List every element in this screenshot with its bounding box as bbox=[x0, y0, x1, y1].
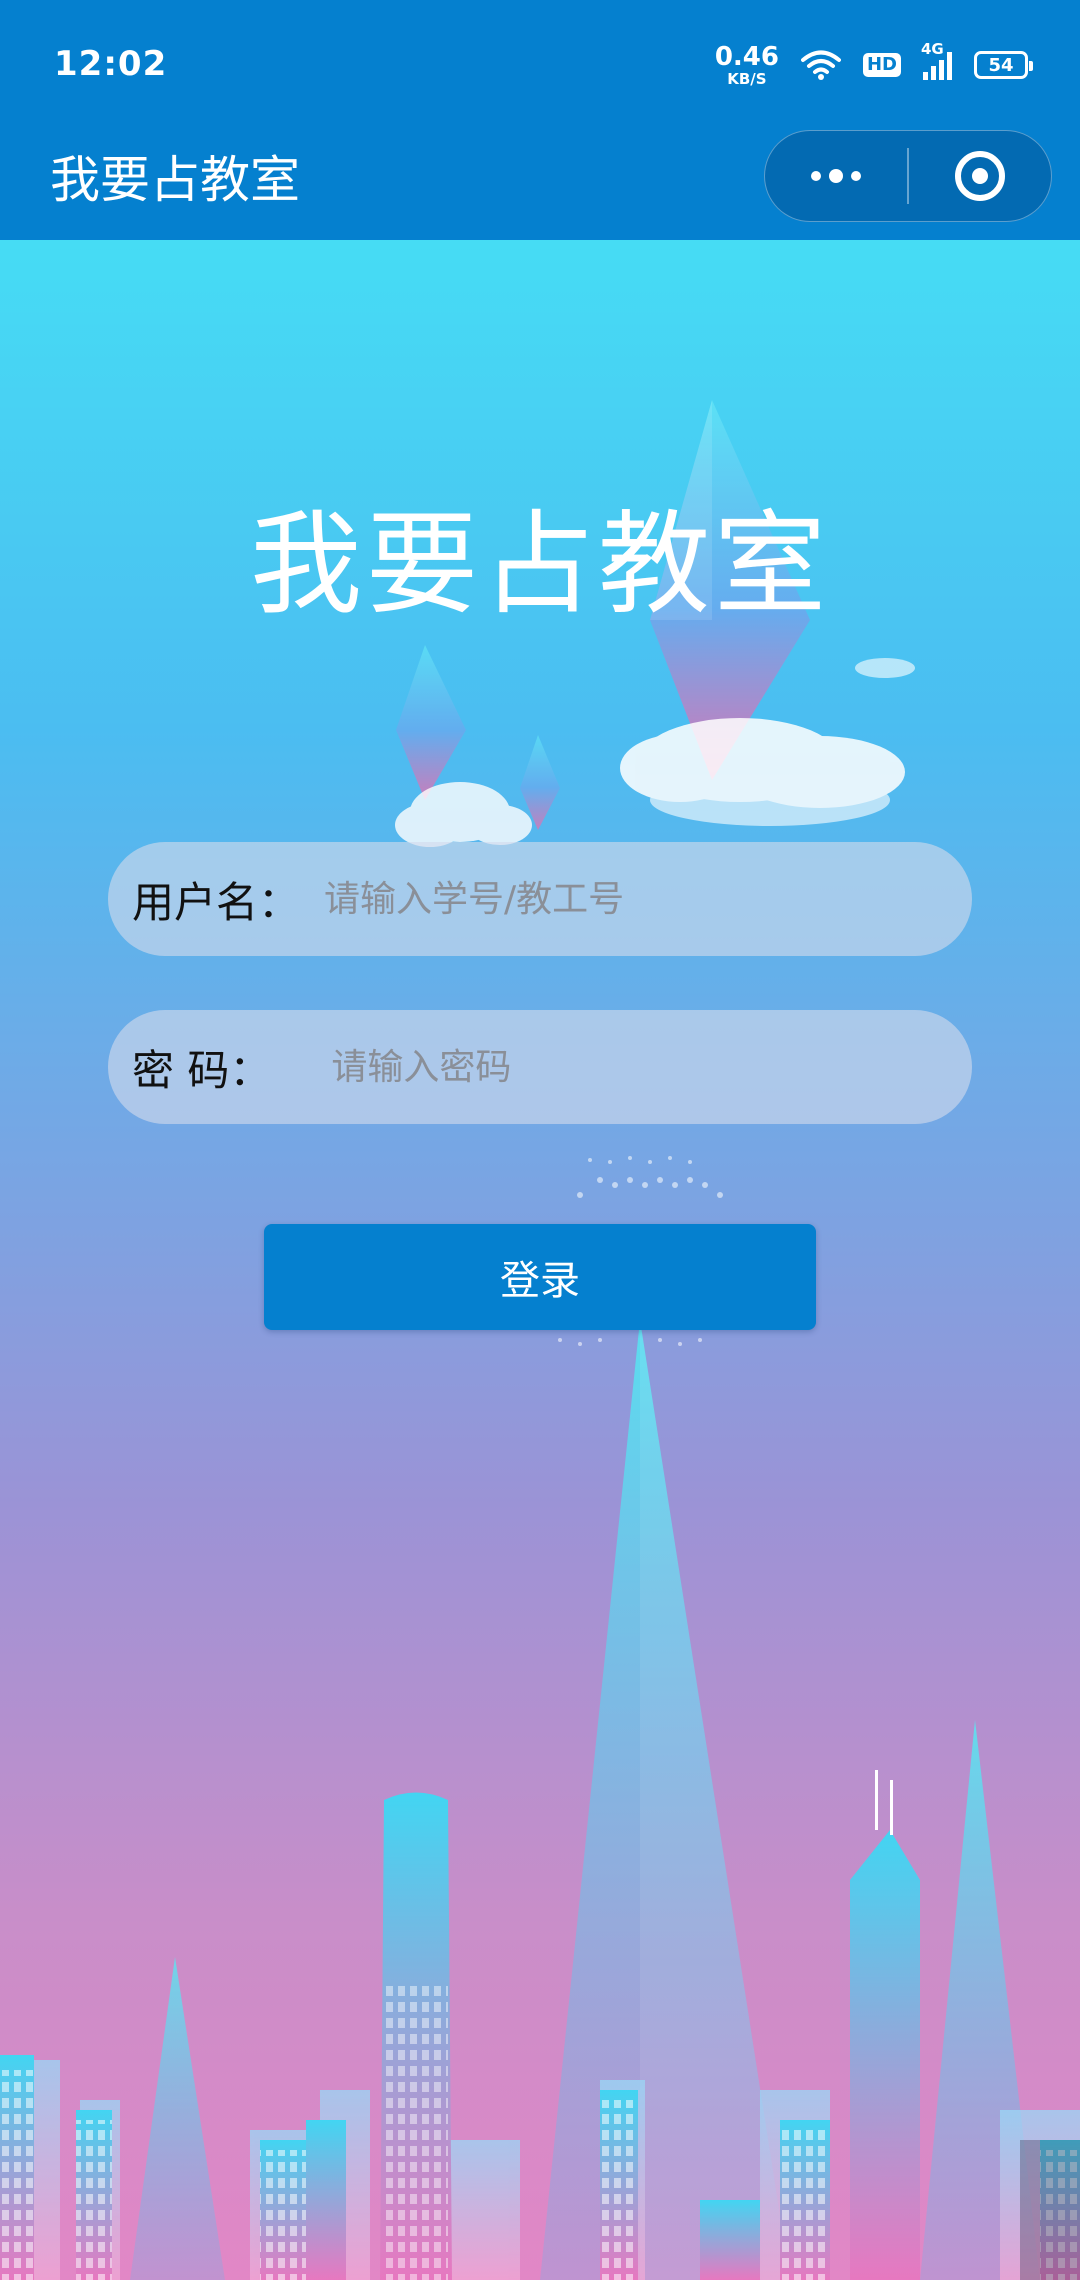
status-time: 12:02 bbox=[54, 44, 168, 84]
password-input[interactable] bbox=[331, 1027, 972, 1107]
battery-level: 54 bbox=[988, 54, 1014, 76]
nav-title: 我要占教室 bbox=[50, 151, 300, 209]
hd-icon: HD bbox=[862, 53, 901, 77]
network-speed-value: 0.46 bbox=[714, 41, 779, 72]
login-page: 我要占教室 用户名： 密 码： 登录 bbox=[0, 240, 1080, 2280]
username-input[interactable] bbox=[324, 859, 972, 939]
app-title: 我要占教室 bbox=[250, 500, 830, 630]
mini-program-capsule bbox=[764, 130, 1052, 222]
password-label: 密 码： bbox=[132, 1045, 272, 1095]
close-button[interactable] bbox=[909, 130, 1051, 222]
login-button[interactable]: 登录 bbox=[264, 1224, 816, 1330]
network-type: 4G bbox=[921, 40, 944, 58]
wifi-icon bbox=[800, 50, 841, 80]
password-field: 密 码： bbox=[108, 1010, 972, 1124]
more-button[interactable] bbox=[765, 130, 907, 222]
username-field: 用户名： bbox=[108, 842, 972, 956]
signal-icon: 4G bbox=[921, 40, 952, 80]
more-dots-icon bbox=[811, 169, 862, 183]
target-circle-icon bbox=[954, 151, 1005, 201]
network-speed: 0.46 KB/S bbox=[715, 44, 779, 87]
username-label: 用户名： bbox=[132, 877, 301, 927]
network-speed-unit: KB/S bbox=[727, 69, 767, 88]
status-icons: 0.46 KB/S HD 4G 54 bbox=[715, 40, 1033, 88]
battery-icon: 54 bbox=[974, 51, 1033, 79]
status-bar: 12:02 0.46 KB/S HD 4G 54 bbox=[0, 0, 1080, 130]
nav-bar: 我要占教室 bbox=[0, 130, 1080, 240]
